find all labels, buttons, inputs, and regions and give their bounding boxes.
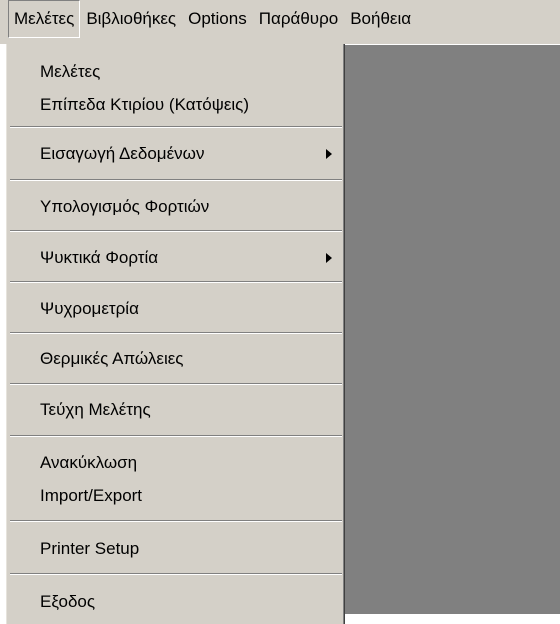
menu-item-epipeda-ktiriou[interactable]: Επίπεδα Κτιρίου (Κατόψεις) xyxy=(6,87,344,123)
menu-item-ypologismos-fortion[interactable]: Υπολογισμός Φορτιών xyxy=(6,189,344,225)
menu-separator xyxy=(10,281,342,283)
menu-item-psychrometria[interactable]: Ψυχρομετρία xyxy=(6,291,344,327)
menu-item-teuxi-meletis[interactable]: Τεύχη Μελέτης xyxy=(6,392,344,428)
menu-item-eisagogi-dedomenon[interactable]: Εισαγωγή Δεδομένων xyxy=(6,136,344,172)
menu-voitheia[interactable]: Βοήθεια xyxy=(344,0,417,38)
menu-separator xyxy=(10,332,342,334)
menu-separator xyxy=(10,126,342,128)
menu-separator xyxy=(10,435,342,437)
mdi-workspace xyxy=(345,45,560,614)
menu-separator xyxy=(10,179,342,181)
submenu-arrow-icon xyxy=(326,253,332,263)
menu-separator xyxy=(10,520,342,522)
menu-separator xyxy=(10,573,342,575)
menu-options[interactable]: Options xyxy=(182,0,253,38)
menu-item-meletes[interactable]: Μελέτες xyxy=(6,54,344,90)
menu-item-thermikes-apoleies[interactable]: Θερμικές Απώλειες xyxy=(6,341,344,377)
menu-meletes[interactable]: Μελέτες xyxy=(8,0,81,38)
menu-item-label: Ψυκτικά Φορτία xyxy=(40,248,159,267)
menu-item-exodos[interactable]: Εξοδος xyxy=(6,584,344,620)
menu-separator xyxy=(10,383,342,385)
menu-bar: Μελέτες Βιβλιοθήκες Options Παράθυρο Βοή… xyxy=(0,0,560,45)
menu-separator xyxy=(10,230,342,232)
menu-vivliothikes[interactable]: Βιβλιοθήκες xyxy=(80,0,182,38)
menu-item-psyktika-fortia[interactable]: Ψυκτικά Φορτία xyxy=(6,240,344,276)
menu-parathyro[interactable]: Παράθυρο xyxy=(253,0,344,38)
menu-item-label: Εισαγωγή Δεδομένων xyxy=(40,144,205,163)
meletes-dropdown-menu: Μελέτες Επίπεδα Κτιρίου (Κατόψεις) Εισαγ… xyxy=(5,44,345,624)
menu-item-printer-setup[interactable]: Printer Setup xyxy=(6,531,344,567)
menu-item-anakyklosi[interactable]: Ανακύκλωση xyxy=(6,445,344,481)
submenu-arrow-icon xyxy=(326,149,332,159)
menu-item-import-export[interactable]: Import/Export xyxy=(6,478,344,514)
